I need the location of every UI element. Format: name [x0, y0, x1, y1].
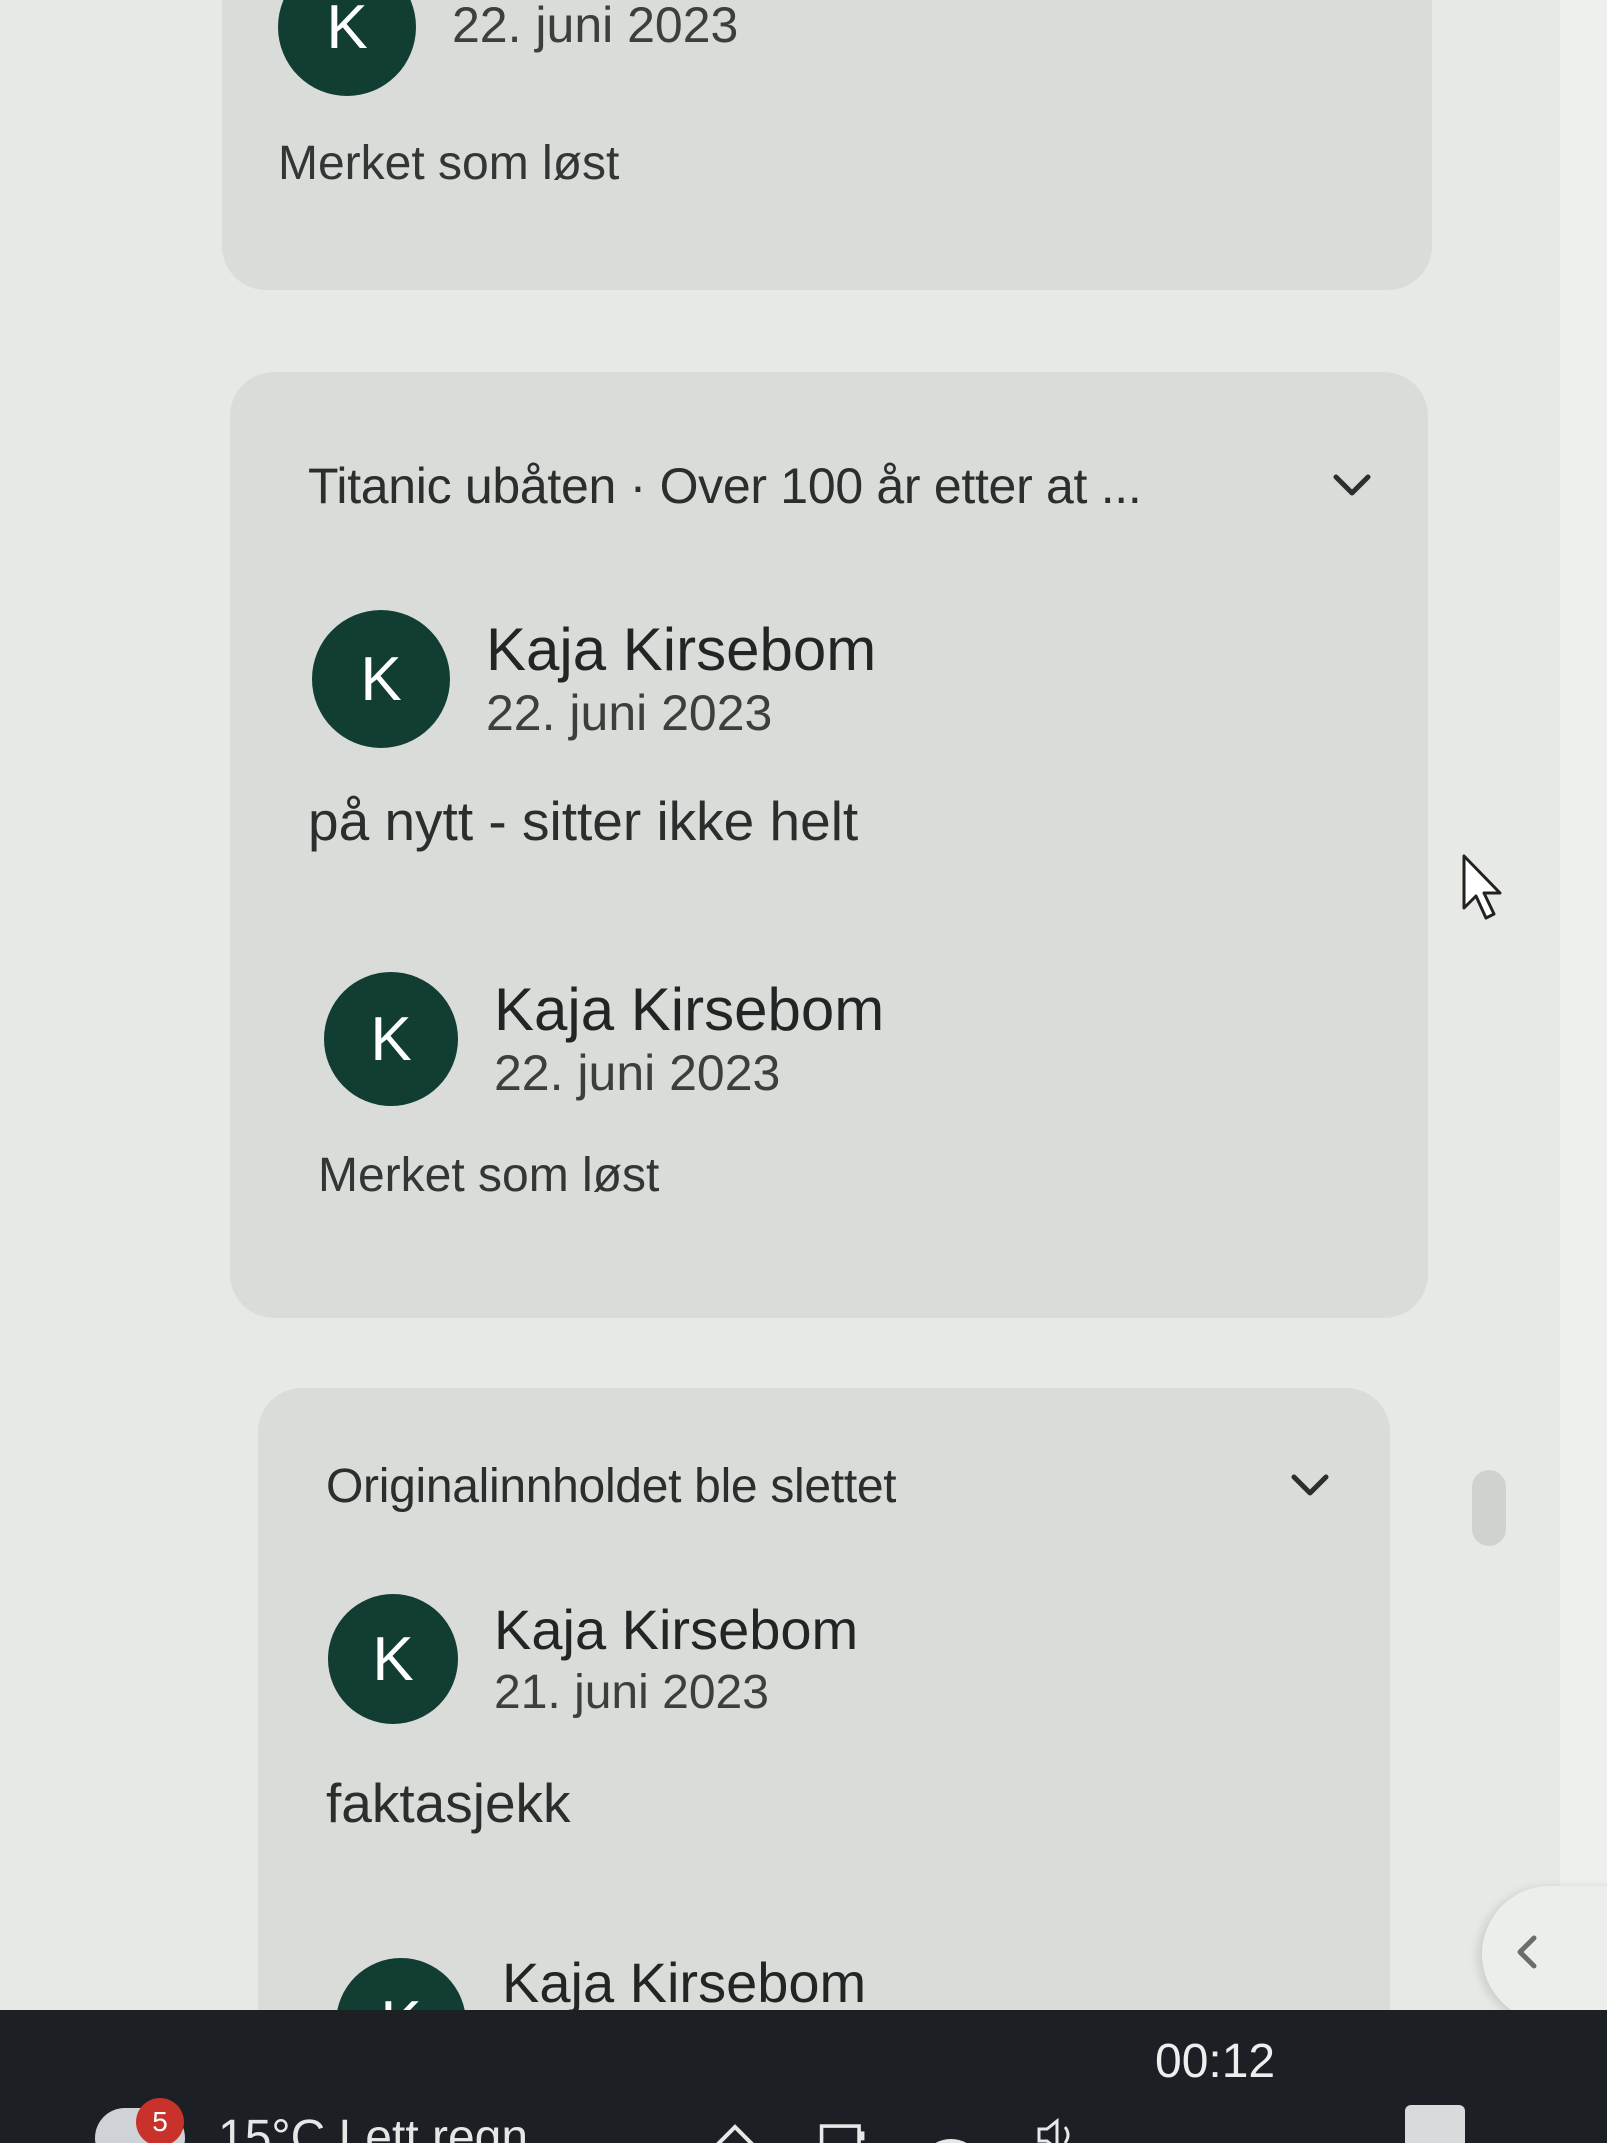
mouse-pointer-icon — [1460, 852, 1508, 929]
taskbar-clock[interactable]: 00:12 — [1155, 2034, 1275, 2089]
thread-title: Originalinnholdet ble slettet — [326, 1459, 897, 1513]
comments-panel: K 22. juni 2023 Merket som løst Titanic … — [0, 0, 1607, 2010]
scrollbar-thumb[interactable] — [1472, 1470, 1506, 1546]
avatar: K — [324, 972, 458, 1106]
comment-text: på nytt - sitter ikke helt — [308, 790, 859, 852]
resolved-status: Merket som løst — [278, 137, 620, 190]
comment: K Kaja Kirsebom 21. juni 2023 faktasjekk — [326, 1594, 1334, 1834]
thread-header[interactable]: Titanic ubåten · Over 100 år etter at ..… — [308, 456, 1372, 516]
comment-date: 22. juni 2023 — [486, 685, 773, 741]
side-panel-toggle[interactable] — [1482, 1886, 1607, 2010]
screen: K 22. juni 2023 Merket som løst Titanic … — [0, 0, 1607, 2143]
chevron-up-icon[interactable] — [710, 2115, 760, 2143]
comment-thread-card[interactable]: Titanic ubåten · Over 100 år etter at ..… — [230, 372, 1428, 1318]
comment-author: Kaja Kirsebom — [486, 616, 877, 683]
thread-title: Titanic ubåten · Over 100 år etter at ..… — [308, 458, 1142, 514]
battery-icon[interactable] — [818, 2115, 868, 2143]
chevron-down-icon[interactable] — [1332, 466, 1372, 506]
comment-text: faktasjekk — [326, 1772, 571, 1834]
avatar: K — [278, 0, 416, 96]
avatar: K — [336, 1958, 466, 2010]
comment-date: 21. juni 2023 — [494, 1666, 769, 1719]
comment-author: Kaja Kirsebom — [502, 1951, 867, 2010]
comment-date: 22. juni 2023 — [452, 0, 739, 53]
notification-badge: 5 — [136, 2098, 184, 2143]
avatar: K — [312, 610, 450, 748]
comment: K Kaja Kirsebom 22. juni 2023 på nytt - … — [308, 610, 1372, 852]
comment-author: Kaja Kirsebom — [494, 976, 885, 1043]
avatar: K — [328, 1594, 458, 1724]
volume-icon[interactable] — [1034, 2115, 1084, 2143]
comment-thread-card[interactable]: Originalinnholdet ble slettet K Kaja Kir… — [258, 1388, 1390, 2010]
comment: K Kaja Kirsebom 22. juni 2023 Merket som… — [318, 972, 1372, 1204]
wifi-icon[interactable] — [926, 2115, 976, 2143]
chevron-left-icon — [1512, 1932, 1542, 1977]
comment-date: 22. juni 2023 — [494, 1045, 781, 1101]
weather-text[interactable]: 15°C Lett regn — [218, 2110, 528, 2143]
thread-header[interactable]: Originalinnholdet ble slettet — [326, 1456, 1330, 1516]
panel-right-gutter — [1560, 0, 1607, 2010]
comment: K Kaja Kirsebom — [336, 1918, 1334, 2010]
comment-author: Kaja Kirsebom — [494, 1598, 859, 1661]
taskbar: 5 15°C Lett regn 00:12 — [0, 2010, 1607, 2143]
notification-center-icon[interactable] — [1405, 2105, 1465, 2143]
resolved-status: Merket som løst — [318, 1149, 660, 1202]
comment: K 22. juni 2023 Merket som løst — [278, 0, 1376, 192]
chevron-down-icon[interactable] — [1290, 1466, 1330, 1506]
comment-thread-card: K 22. juni 2023 Merket som løst — [222, 0, 1432, 290]
system-tray — [710, 2115, 1084, 2143]
